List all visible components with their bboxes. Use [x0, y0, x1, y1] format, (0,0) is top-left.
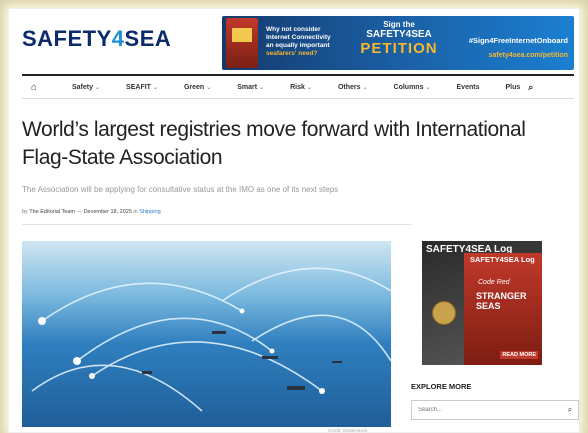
ad-hashtag: #Sign4FreeInternetOnboard: [468, 36, 568, 45]
image-credit: Credit: Shutterstock: [328, 428, 368, 433]
article-date: December 18, 2025: [83, 209, 132, 215]
magazine-cover[interactable]: SAFETY4SEA Log SAFETY4SEA Log Code Red S…: [422, 241, 542, 365]
article-title: World’s largest registries move forward …: [22, 118, 526, 169]
chevron-down-icon: ⌄: [306, 84, 312, 91]
divider: [22, 224, 412, 225]
main-nav: ⌂ Safety ⌄ SEAFIT ⌄ Green ⌄ Smart ⌄ Risk ⌄ Ot…: [22, 74, 574, 99]
nav-item-events[interactable]: Events: [457, 84, 480, 91]
chevron-down-icon: ⌄: [152, 84, 158, 91]
article-subtitle: The Association will be applying for con…: [22, 185, 339, 194]
home-icon[interactable]: ⌂: [22, 82, 46, 93]
site-logo[interactable]: SAFETY4SEA: [22, 26, 171, 52]
hero-image: [22, 241, 391, 427]
hero-network-graphic: [31, 267, 391, 412]
nav-item-columns[interactable]: Columns ⌄: [394, 84, 431, 91]
chevron-down-icon: ⌄: [95, 84, 101, 91]
nav-item-seafit[interactable]: SEAFIT ⌄: [126, 84, 158, 91]
nav-item-others[interactable]: Others ⌄: [338, 84, 368, 91]
nav-item-smart[interactable]: Smart ⌄: [237, 84, 264, 91]
nav-item-green[interactable]: Green ⌄: [184, 84, 211, 91]
ad-question: Why not consider Internet Connectivity a…: [266, 26, 331, 57]
search-icon[interactable]: ⌕: [562, 405, 578, 415]
cover-kicker: Code Red: [478, 279, 510, 286]
cover-headline: STRANGER SEAS: [476, 291, 527, 311]
chevron-down-icon: ⌄: [362, 84, 368, 91]
sidebar-search: ⌕: [411, 400, 579, 420]
ad-url: safety4sea.com/petition: [488, 52, 568, 59]
nav-item-safety[interactable]: Safety ⌄: [72, 84, 100, 91]
chevron-down-icon: ⌄: [259, 84, 265, 91]
article-byline: by The Editorial Team — December 18, 202…: [22, 209, 161, 215]
explore-more-heading: EXPLORE MORE: [411, 382, 472, 391]
nav-item-risk[interactable]: Risk ⌄: [290, 84, 312, 91]
vending-machine-graphic: [226, 18, 258, 68]
chevron-down-icon: ⌄: [425, 84, 431, 91]
ad-petition-block: Sign the SAFETY4SEA PETITION: [360, 20, 438, 57]
petition-ad-banner[interactable]: Why not consider Internet Connectivity a…: [222, 16, 574, 70]
nav-item-plus[interactable]: Plus: [505, 84, 520, 91]
magazine-cover-title: SAFETY4SEA Log: [470, 255, 535, 264]
category-link[interactable]: Shipping: [139, 209, 160, 215]
coin-graphic: [432, 301, 456, 325]
chevron-down-icon: ⌄: [206, 84, 212, 91]
search-icon[interactable]: ⌕: [528, 82, 533, 93]
author-link[interactable]: The Editorial Team: [29, 209, 75, 215]
read-more-label: READ MORE: [500, 351, 538, 359]
page-frame: SAFETY4SEA Why not consider Internet Con…: [8, 8, 580, 433]
search-input[interactable]: [412, 406, 562, 414]
